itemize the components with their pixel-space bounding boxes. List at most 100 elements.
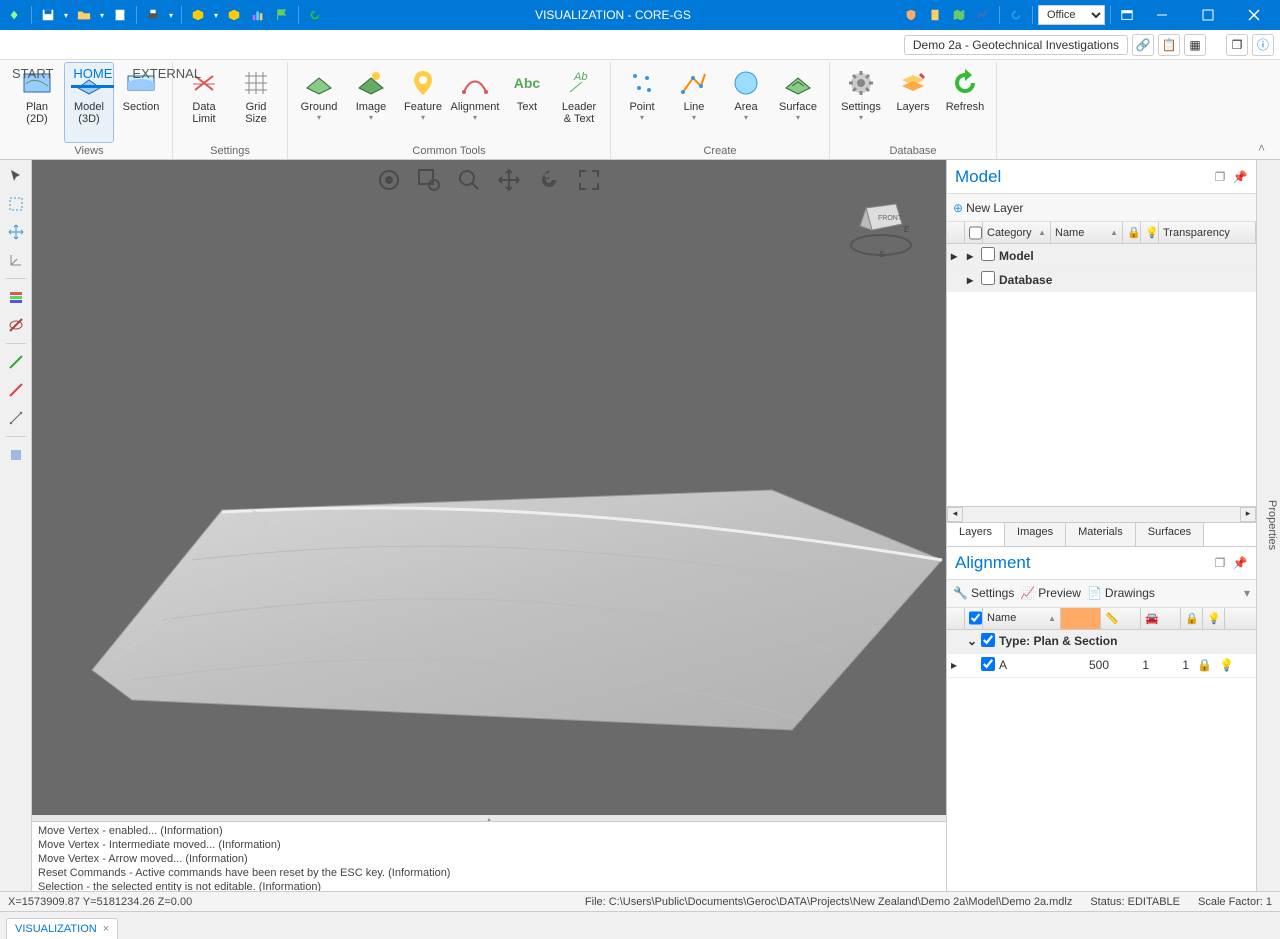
text-button[interactable]: AbcText — [502, 62, 552, 143]
box-yellow-icon[interactable] — [187, 4, 209, 26]
new-button[interactable] — [109, 4, 131, 26]
model-row-model[interactable]: ▸▸ Model — [947, 244, 1256, 268]
link-icon[interactable]: 🔗 — [1132, 34, 1154, 56]
save-button[interactable] — [37, 4, 59, 26]
chart-icon[interactable] — [247, 4, 269, 26]
hdr-clipboard-icon[interactable] — [924, 4, 946, 26]
minimize-button[interactable] — [1140, 0, 1184, 30]
align-drawings-button[interactable]: 📄Drawings — [1087, 586, 1155, 600]
surface-button[interactable]: Surface▾ — [773, 62, 823, 143]
area-button[interactable]: Area▾ — [721, 62, 771, 143]
grid-size-button[interactable]: Grid Size — [231, 62, 281, 143]
header-checkbox[interactable] — [969, 226, 982, 240]
hdr-graph-icon[interactable] — [972, 4, 994, 26]
move-tool[interactable] — [4, 220, 28, 244]
hdr-refresh-icon[interactable] — [1005, 4, 1027, 26]
properties-tab[interactable]: Properties — [1256, 160, 1280, 891]
tab-home[interactable]: HOME — [71, 62, 114, 88]
lock-col-icon[interactable]: 🔒 — [1181, 608, 1203, 629]
car-icon[interactable]: 🚘 — [1141, 608, 1181, 629]
align-settings-button[interactable]: 🔧Settings — [953, 586, 1014, 600]
panel-pin-icon[interactable]: 📌 — [1232, 169, 1248, 185]
print-dropdown[interactable]: ▾ — [166, 4, 176, 26]
close-tab-icon[interactable]: × — [103, 923, 109, 935]
db-layers-button[interactable]: Layers — [888, 62, 938, 143]
alignment-button[interactable]: Alignment▾ — [450, 62, 500, 143]
panel-pin-icon[interactable]: 📌 — [1232, 555, 1248, 571]
close-button[interactable] — [1232, 0, 1276, 30]
app-menu-button[interactable] — [4, 4, 26, 26]
db-settings-button[interactable]: Settings▾ — [836, 62, 886, 143]
zoom-window-icon[interactable] — [415, 166, 443, 194]
align-menu-icon[interactable]: ▾ — [1244, 586, 1250, 600]
log-panel[interactable]: Move Vertex - enabled... (Information) M… — [32, 821, 946, 891]
grid-icon[interactable]: ▦ — [1184, 34, 1206, 56]
ground-button[interactable]: Ground▾ — [294, 62, 344, 143]
hdr-map-icon[interactable] — [948, 4, 970, 26]
project-name[interactable]: Demo 2a - Geotechnical Investigations — [904, 35, 1128, 55]
layout-icon[interactable] — [1116, 4, 1138, 26]
alignment-panel-title: Alignment — [955, 553, 1208, 573]
leader-text-button[interactable]: AbLeader & Text — [554, 62, 604, 143]
pan-icon[interactable] — [495, 166, 523, 194]
print-button[interactable] — [142, 4, 164, 26]
tab-materials[interactable]: Materials — [1066, 523, 1136, 546]
lock-col-icon[interactable]: 🔒 — [1123, 222, 1141, 243]
tab-layers[interactable]: Layers — [947, 523, 1005, 546]
log-line: Move Vertex - enabled... (Information) — [38, 824, 940, 838]
refresh-icon[interactable] — [304, 4, 326, 26]
viewport-3d[interactable]: FRONT E S — [32, 160, 946, 815]
ruler-v-icon[interactable]: 📏 — [1101, 608, 1141, 629]
tab-start[interactable]: START — [10, 62, 55, 88]
image-button[interactable]: Image▾ — [346, 62, 396, 143]
panel-float-icon[interactable]: ❐ — [1212, 169, 1228, 185]
axis-tool[interactable] — [4, 248, 28, 272]
maximize-button[interactable] — [1186, 0, 1230, 30]
fit-icon[interactable] — [575, 166, 603, 194]
align-preview-button[interactable]: 📈Preview — [1020, 586, 1081, 600]
view-cube[interactable]: FRONT E S — [846, 190, 916, 260]
ribbon-collapse-icon[interactable]: ˄ — [1258, 62, 1274, 159]
line-red-tool[interactable] — [4, 378, 28, 402]
line-green-tool[interactable] — [4, 350, 28, 374]
svg-text:FRONT: FRONT — [878, 215, 903, 222]
help-icon[interactable]: ⓘ — [1252, 34, 1274, 56]
open-dropdown[interactable]: ▾ — [97, 4, 107, 26]
tab-images[interactable]: Images — [1005, 523, 1066, 546]
line-button[interactable]: Line▾ — [669, 62, 719, 143]
window-icon[interactable]: ❐ — [1226, 34, 1248, 56]
model-hscroll[interactable]: ◂▸ — [947, 506, 1256, 522]
cursor-tool[interactable] — [4, 164, 28, 188]
theme-select[interactable]: Office — [1038, 5, 1105, 25]
box-dropdown[interactable]: ▾ — [211, 4, 221, 26]
new-layer-button[interactable]: ⊕New Layer — [953, 201, 1023, 215]
bulb-col-icon[interactable]: 💡 — [1141, 222, 1159, 243]
hdr-shield-icon[interactable] — [900, 4, 922, 26]
align-group-row[interactable]: ⌄ Type: Plan & Section — [947, 630, 1256, 654]
point-button[interactable]: Point▾ — [617, 62, 667, 143]
panel-float-icon[interactable]: ❐ — [1212, 555, 1228, 571]
line-dim-tool[interactable] — [4, 406, 28, 430]
bulb-col-icon[interactable]: 💡 — [1203, 608, 1225, 629]
open-button[interactable] — [73, 4, 95, 26]
undo-view-icon[interactable] — [535, 166, 563, 194]
tab-surfaces[interactable]: Surfaces — [1136, 523, 1204, 546]
copy-icon[interactable]: 📋 — [1158, 34, 1180, 56]
select-rect-tool[interactable] — [4, 192, 28, 216]
status-file: File: C:\Users\Public\Documents\Geroc\DA… — [585, 896, 1072, 908]
align-data-row[interactable]: ▸ A 500 1 1 🔒 💡 — [947, 654, 1256, 678]
visibility-tool[interactable] — [4, 313, 28, 337]
box2-icon[interactable] — [223, 4, 245, 26]
orbit-icon[interactable] — [375, 166, 403, 194]
flag-icon[interactable] — [271, 4, 293, 26]
ruler-h-icon[interactable] — [1061, 608, 1101, 629]
zoom-icon[interactable] — [455, 166, 483, 194]
layers-tool[interactable] — [4, 285, 28, 309]
status-scale: Scale Factor: 1 — [1198, 896, 1272, 908]
tab-external[interactable]: EXTERNAL — [130, 62, 203, 88]
db-refresh-button[interactable]: Refresh — [940, 62, 990, 143]
model-row-database[interactable]: ▸ Database — [947, 268, 1256, 292]
feature-button[interactable]: Feature▾ — [398, 62, 448, 143]
square-tool[interactable] — [4, 443, 28, 467]
save-dropdown[interactable]: ▾ — [61, 4, 71, 26]
